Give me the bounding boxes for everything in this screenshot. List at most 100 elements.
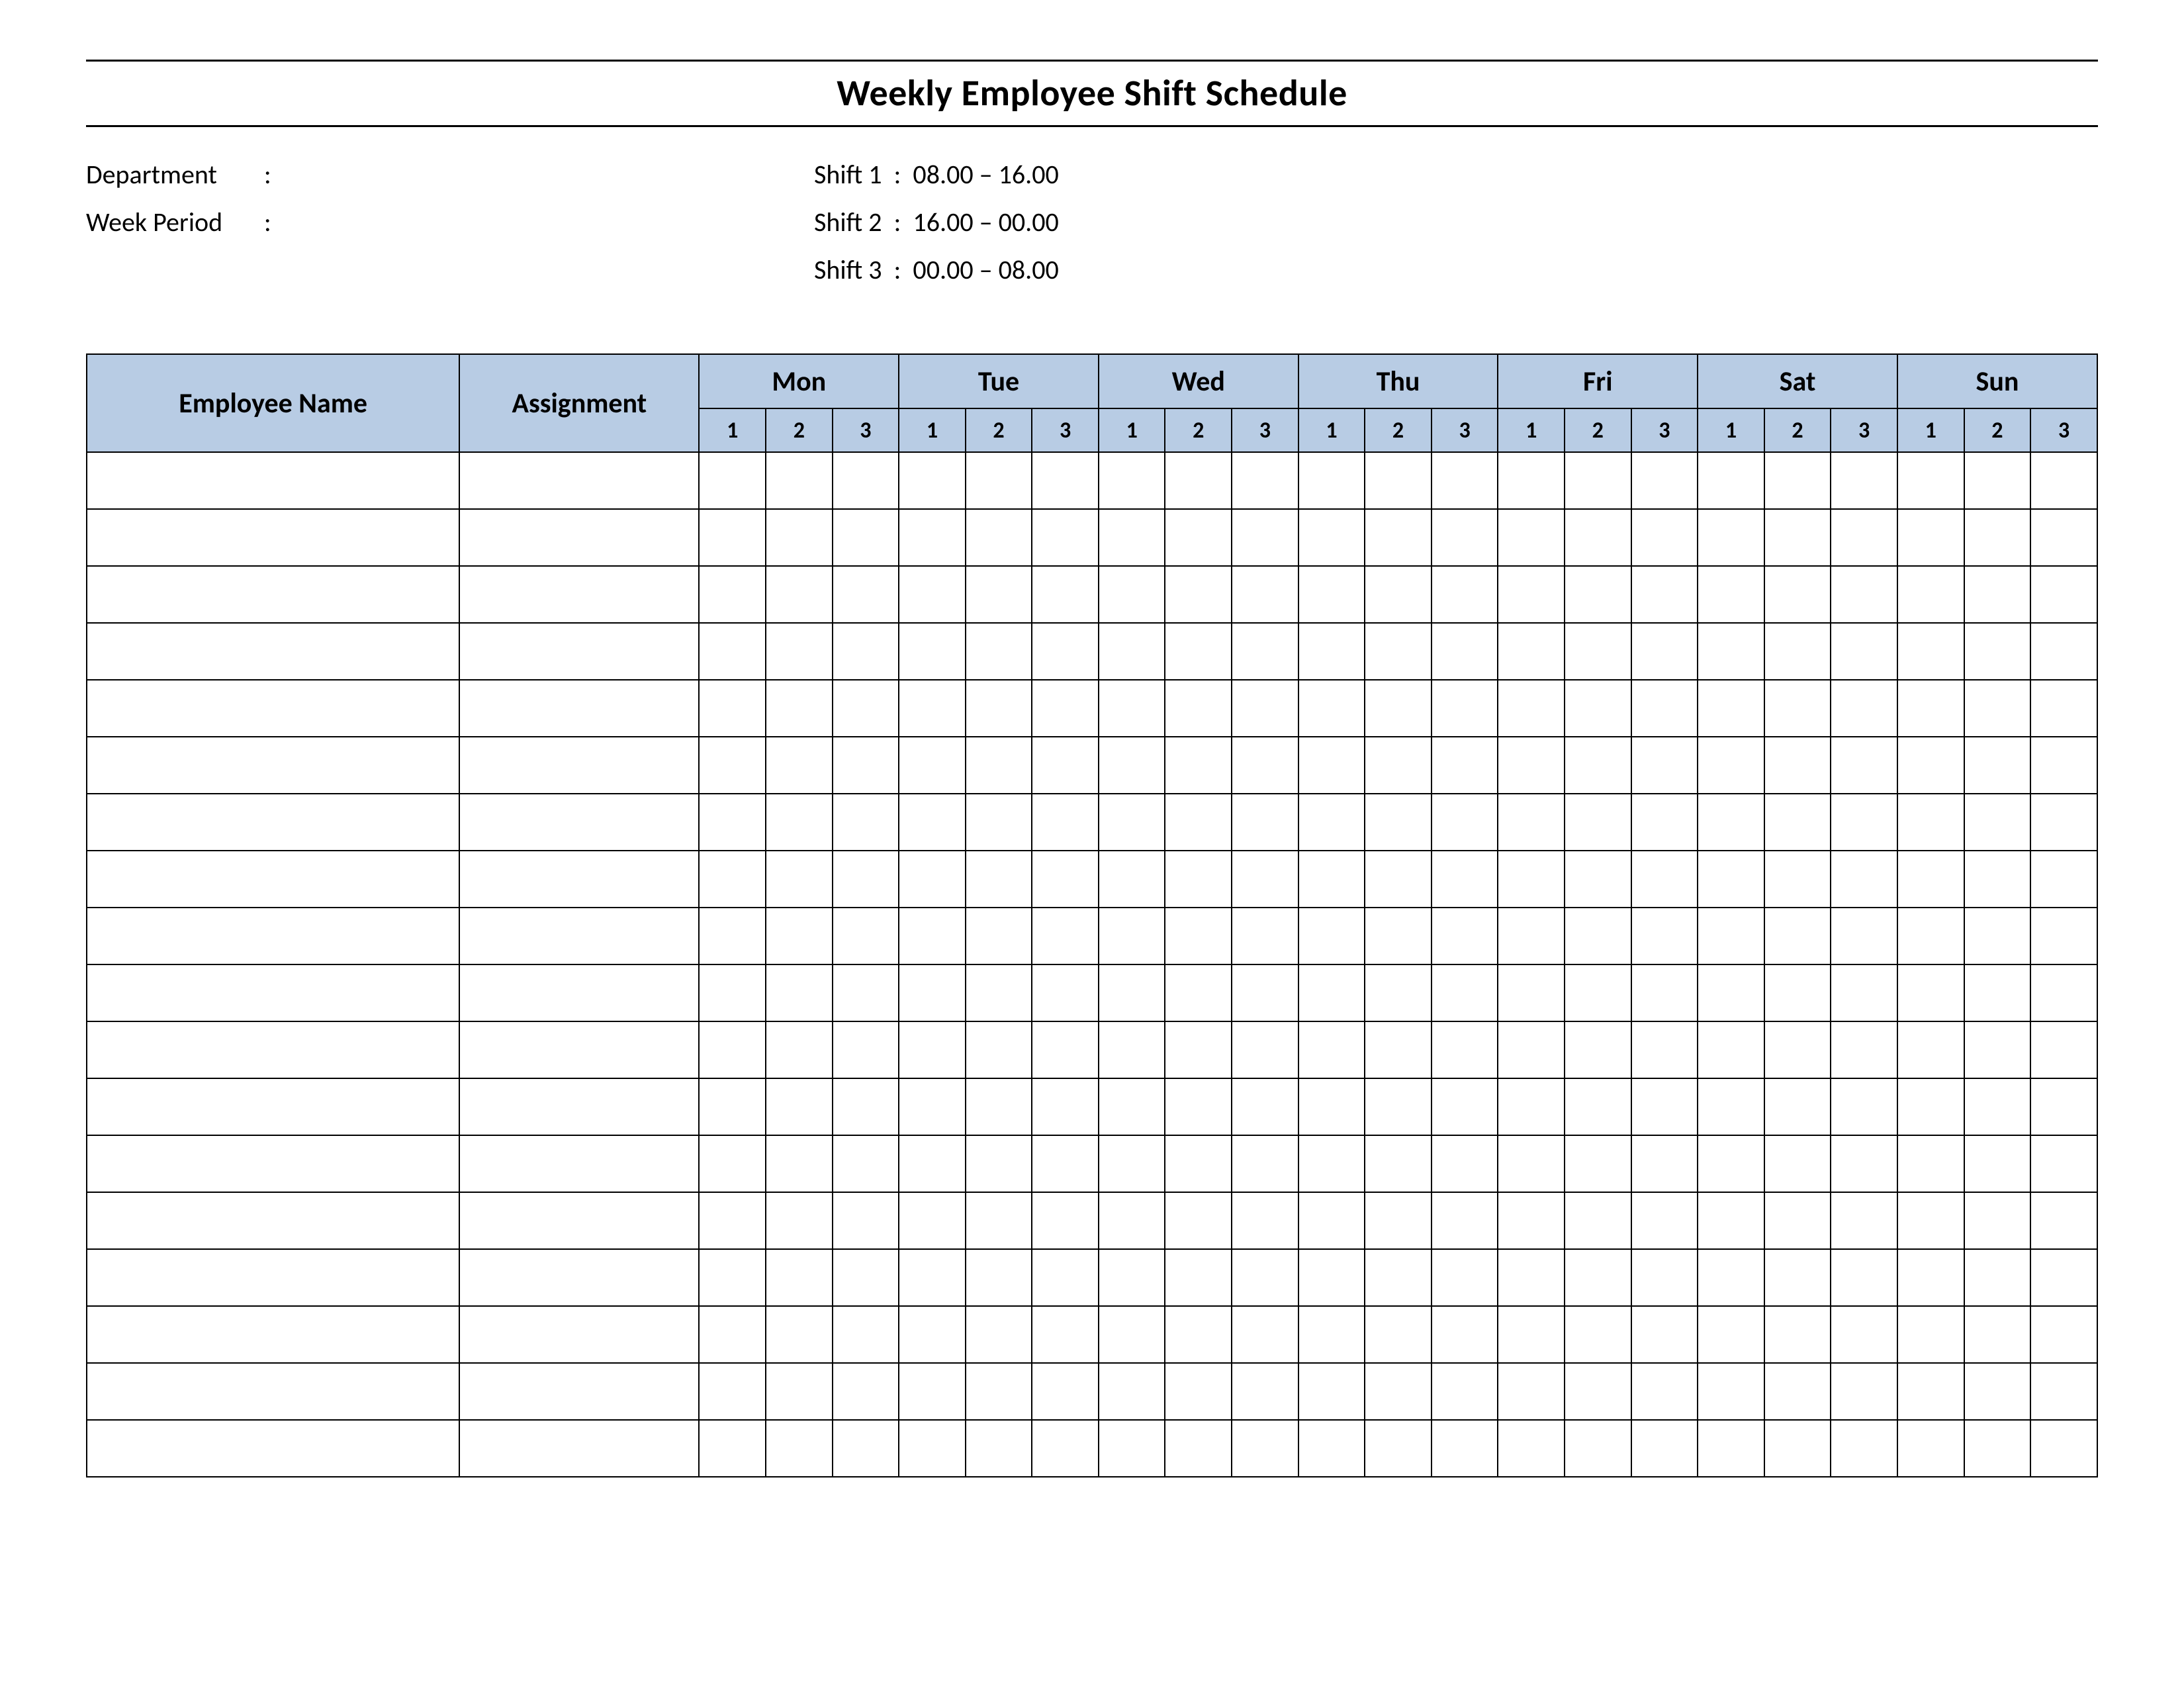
header-day-tue: Tue bbox=[899, 354, 1099, 408]
cell-shift bbox=[833, 908, 899, 964]
cell-shift bbox=[1565, 566, 1631, 623]
cell-shift bbox=[966, 737, 1032, 794]
cell-shift bbox=[1498, 1021, 1565, 1078]
cell-shift bbox=[1032, 623, 1099, 680]
cell-shift bbox=[1698, 566, 1764, 623]
cell-shift bbox=[1232, 737, 1298, 794]
cell-shift bbox=[966, 964, 1032, 1021]
cell-shift bbox=[1298, 509, 1365, 566]
cell-shift bbox=[1432, 964, 1498, 1021]
cell-shift bbox=[1698, 452, 1764, 509]
cell-assignment bbox=[459, 680, 699, 737]
cell-shift bbox=[766, 1363, 833, 1420]
cell-shift bbox=[899, 1420, 966, 1477]
cell-shift bbox=[766, 1135, 833, 1192]
header-shift: 3 bbox=[1432, 408, 1498, 452]
cell-shift bbox=[1498, 794, 1565, 851]
cell-shift bbox=[1032, 794, 1099, 851]
cell-assignment bbox=[459, 737, 699, 794]
cell-shift bbox=[966, 452, 1032, 509]
table-row bbox=[87, 851, 2097, 908]
cell-employee-name bbox=[87, 1363, 459, 1420]
cell-shift bbox=[1365, 509, 1432, 566]
page-title: Weekly Employee Shift Schedule bbox=[86, 71, 2098, 116]
cell-shift bbox=[1032, 851, 1099, 908]
week-period-label: Week Period bbox=[86, 199, 258, 246]
cell-shift bbox=[1365, 452, 1432, 509]
cell-shift bbox=[1831, 452, 1897, 509]
cell-shift bbox=[966, 1078, 1032, 1135]
cell-shift bbox=[1964, 1078, 2031, 1135]
header-shift: 2 bbox=[1964, 408, 2031, 452]
cell-shift bbox=[1298, 452, 1365, 509]
cell-shift bbox=[833, 680, 899, 737]
cell-shift bbox=[1764, 737, 1831, 794]
cell-shift bbox=[1165, 737, 1232, 794]
shift1-row: Shift 1 : 08.00 – 16.00 bbox=[814, 151, 2098, 199]
cell-shift bbox=[899, 794, 966, 851]
header-shift: 2 bbox=[966, 408, 1032, 452]
cell-shift bbox=[1365, 1249, 1432, 1306]
cell-shift bbox=[899, 851, 966, 908]
cell-shift bbox=[1498, 509, 1565, 566]
cell-shift bbox=[699, 1249, 766, 1306]
header-shift: 1 bbox=[1298, 408, 1365, 452]
cell-shift bbox=[1897, 623, 1964, 680]
cell-shift bbox=[966, 1021, 1032, 1078]
cell-shift bbox=[1365, 680, 1432, 737]
cell-shift bbox=[1165, 964, 1232, 1021]
cell-shift bbox=[1565, 1363, 1631, 1420]
cell-shift bbox=[699, 1135, 766, 1192]
cell-shift bbox=[1897, 1135, 1964, 1192]
cell-shift bbox=[1964, 1306, 2031, 1363]
cell-shift bbox=[1565, 1249, 1631, 1306]
cell-assignment bbox=[459, 1249, 699, 1306]
cell-shift bbox=[1831, 509, 1897, 566]
cell-shift bbox=[1631, 452, 1698, 509]
shift1-range: 08.00 – 16.00 bbox=[913, 158, 1058, 191]
cell-shift bbox=[1964, 1249, 2031, 1306]
table-row bbox=[87, 1021, 2097, 1078]
cell-shift bbox=[1432, 1420, 1498, 1477]
header-day-thu: Thu bbox=[1298, 354, 1498, 408]
cell-shift bbox=[1631, 1192, 1698, 1249]
cell-shift bbox=[1964, 794, 2031, 851]
table-row bbox=[87, 566, 2097, 623]
cell-shift bbox=[1165, 1306, 1232, 1363]
cell-shift bbox=[699, 794, 766, 851]
table-row bbox=[87, 1363, 2097, 1420]
cell-shift bbox=[1232, 1420, 1298, 1477]
cell-shift bbox=[699, 964, 766, 1021]
cell-shift bbox=[1565, 1135, 1631, 1192]
cell-shift bbox=[899, 1363, 966, 1420]
cell-shift bbox=[1165, 509, 1232, 566]
cell-shift bbox=[1032, 452, 1099, 509]
cell-shift bbox=[1032, 1249, 1099, 1306]
cell-assignment bbox=[459, 1135, 699, 1192]
cell-shift bbox=[1498, 964, 1565, 1021]
cell-shift bbox=[1631, 1021, 1698, 1078]
cell-shift bbox=[1897, 1306, 1964, 1363]
cell-shift bbox=[899, 1192, 966, 1249]
cell-shift bbox=[1831, 908, 1897, 964]
cell-shift bbox=[1897, 851, 1964, 908]
cell-shift bbox=[1631, 1306, 1698, 1363]
cell-shift bbox=[2030, 1078, 2097, 1135]
cell-shift bbox=[699, 1078, 766, 1135]
cell-shift bbox=[1764, 1306, 1831, 1363]
shift2-range: 16.00 – 00.00 bbox=[913, 206, 1058, 238]
cell-shift bbox=[1498, 908, 1565, 964]
cell-assignment bbox=[459, 623, 699, 680]
cell-assignment bbox=[459, 908, 699, 964]
cell-shift bbox=[1099, 737, 1165, 794]
cell-shift bbox=[1498, 1249, 1565, 1306]
cell-shift bbox=[1232, 680, 1298, 737]
table-row bbox=[87, 1420, 2097, 1477]
cell-shift bbox=[1165, 794, 1232, 851]
cell-shift bbox=[966, 1363, 1032, 1420]
table-row bbox=[87, 623, 2097, 680]
shift3-row: Shift 3 : 00.00 – 08.00 bbox=[814, 246, 2098, 294]
cell-shift bbox=[1365, 566, 1432, 623]
cell-shift bbox=[1897, 1078, 1964, 1135]
cell-shift bbox=[1165, 566, 1232, 623]
